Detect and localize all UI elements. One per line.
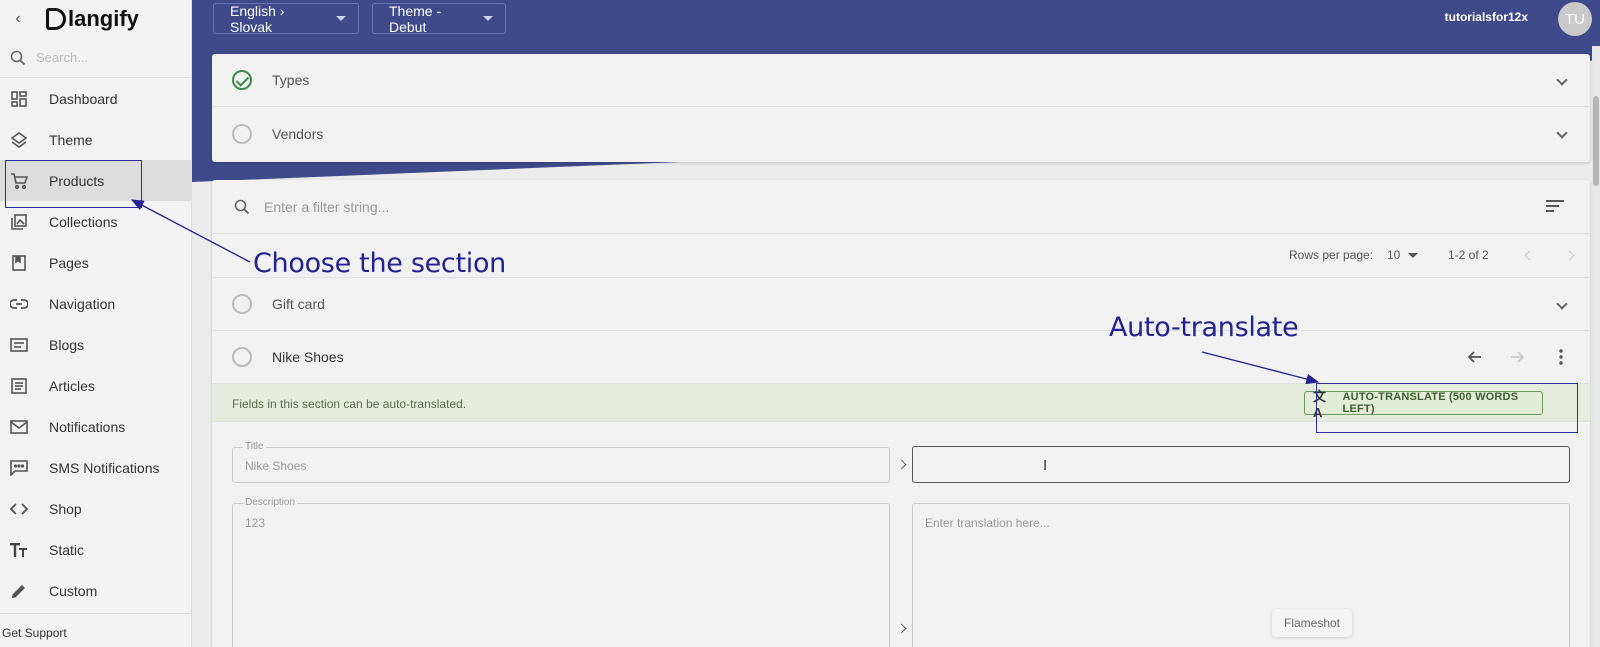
annotation-arrows — [130, 199, 1320, 385]
auto-translate-annotation: Auto-translate — [1109, 312, 1299, 343]
flameshot-tooltip: Flameshot — [1272, 609, 1352, 637]
auto-translate-arrow — [1201, 351, 1320, 385]
choose-section-arrow — [130, 199, 251, 263]
choose-section-annotation: Choose the section — [253, 248, 506, 279]
